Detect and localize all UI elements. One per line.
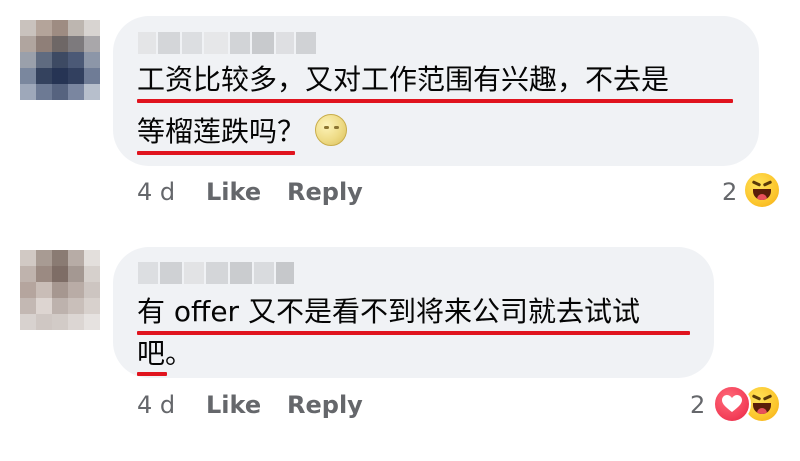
comment-2: 有 offer 又不是看不到将来公司就去试试 吧。 4 d Like Reply… [0,0,800,461]
love-icon[interactable] [713,385,751,423]
comment-text-line-2: 吧。 [137,337,194,370]
comment-actions: 4 d Like Reply [137,391,437,421]
author-name-blurred[interactable] [138,262,294,284]
reply-button[interactable]: Reply [287,391,363,419]
underline-line-1 [137,331,690,335]
like-button[interactable]: Like [206,391,261,419]
timestamp[interactable]: 4 d [137,391,175,419]
reaction-count[interactable]: 2 [690,391,705,419]
underline-line-2 [137,372,167,376]
avatar[interactable] [20,250,100,330]
comment-text-line-1: 有 offer 又不是看不到将来公司就去试试 [137,295,640,328]
